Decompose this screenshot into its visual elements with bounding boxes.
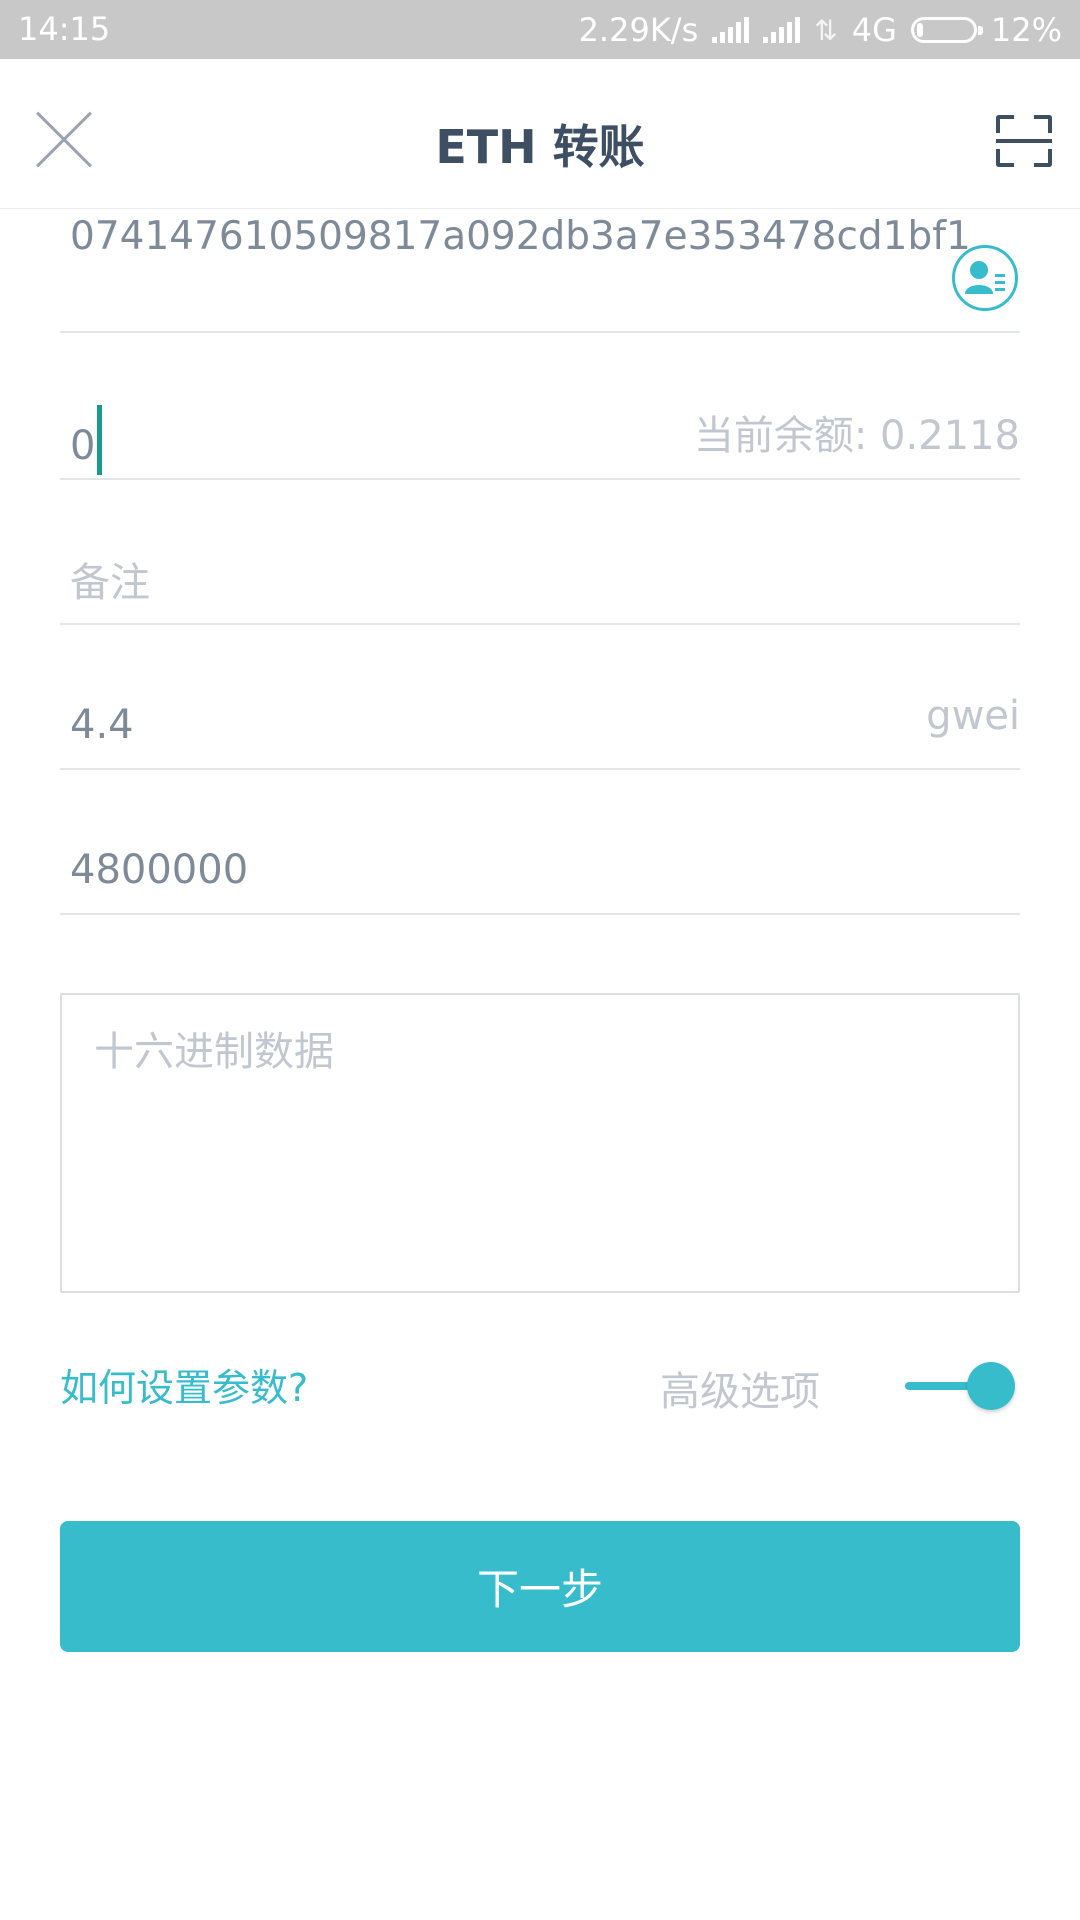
gas-limit-value: 4800000 [70,847,249,893]
scan-icon[interactable] [996,115,1052,167]
hex-data-placeholder: 十六进制数据 [94,1029,334,1075]
advanced-options-label: 高级选项 [660,1369,820,1415]
battery-level [916,23,923,37]
hex-data-textarea[interactable]: 十六进制数据 [60,993,1020,1293]
text-cursor [97,405,103,475]
contact-book-icon[interactable] [952,245,1018,311]
app-header: ETH 转账 [0,59,1080,209]
next-button[interactable]: 下一步 [60,1521,1020,1652]
network-speed: 2.29K/s [578,11,699,49]
gas-price-unit: gwei [926,693,1020,739]
balance-label: 当前余额: 0.2118 [693,413,1020,459]
status-bar: 14:15 2.29K/s ⇅ 4G 12% [0,0,1080,59]
gas-price-value: 4.4 [70,702,134,748]
gas-price-field[interactable]: 4.4 gwei [60,625,1020,770]
advanced-options-toggle[interactable] [905,1358,1017,1414]
memo-placeholder: 备注 [70,560,150,606]
signal-icon [712,17,750,43]
page-title: ETH 转账 [435,120,645,174]
signal-icon-2 [763,17,801,43]
gas-limit-field[interactable]: 4800000 [60,770,1020,915]
memo-field[interactable]: 备注 [60,480,1020,625]
battery-percent: 12% [990,11,1062,49]
amount-field[interactable]: 0 当前余额: 0.2118 [60,335,1020,480]
network-type: 4G [851,11,897,49]
status-right-group: 2.29K/s ⇅ 4G 12% [579,10,1062,50]
toggle-knob [967,1362,1015,1410]
help-link[interactable]: 如何设置参数? [60,1357,308,1412]
battery-icon [910,17,983,43]
amount-value: 0 [70,423,96,469]
status-time: 14:15 [18,10,111,48]
address-value: 074147610509817a092db3a7e353478cd1bf1 [70,214,971,259]
address-field[interactable]: 074147610509817a092db3a7e353478cd1bf1 [60,188,1020,333]
data-arrows-icon: ⇅ [814,13,838,47]
